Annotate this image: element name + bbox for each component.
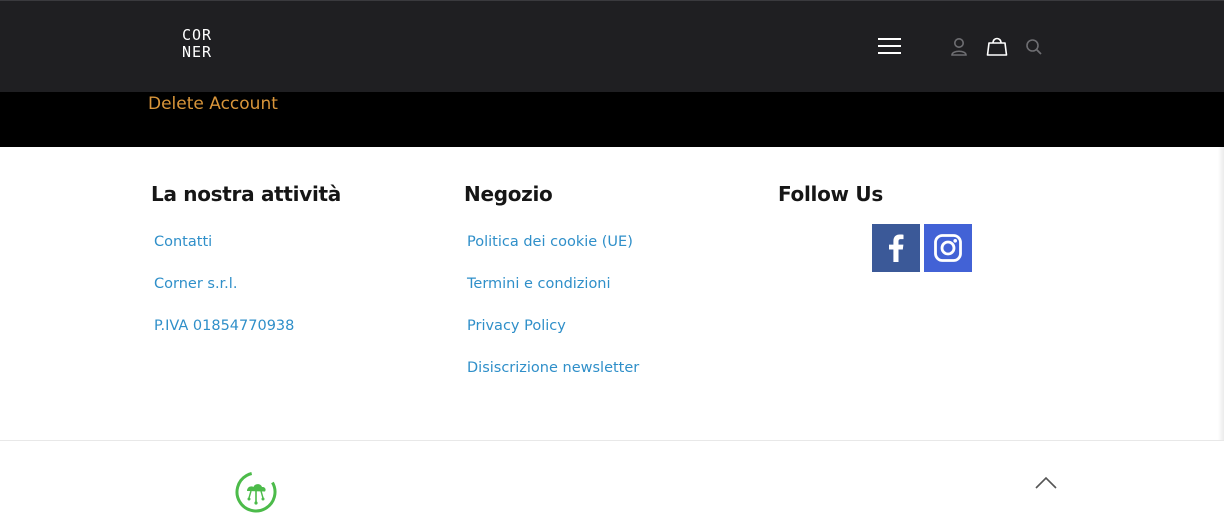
list-item: Contatti	[154, 231, 294, 273]
corner-logo[interactable]: COR NER	[182, 27, 222, 71]
list-item: Privacy Policy	[467, 315, 639, 357]
footer-link-vat[interactable]: P.IVA 01854770938	[154, 318, 294, 334]
instagram-icon	[934, 234, 962, 262]
footer-divider	[0, 440, 1224, 441]
list-item: Corner s.r.l.	[154, 273, 294, 315]
footer-link-unsubscribe[interactable]: Disiscrizione newsletter	[467, 360, 639, 376]
footer-link-privacy[interactable]: Privacy Policy	[467, 318, 566, 334]
shopping-bag-icon[interactable]	[986, 35, 1008, 57]
list-item: Termini e condizioni	[467, 273, 639, 315]
facebook-icon	[889, 234, 904, 262]
green-cloud-badge-icon[interactable]	[234, 470, 278, 514]
footer-title-follow: Follow Us	[778, 182, 883, 206]
scroll-edge-shadow	[1218, 147, 1224, 440]
user-icon[interactable]	[950, 37, 968, 57]
hamburger-menu-icon[interactable]	[878, 37, 902, 55]
footer-link-cookie[interactable]: Politica dei cookie (UE)	[467, 234, 633, 250]
footer-link-contatti[interactable]: Contatti	[154, 234, 212, 250]
footer-title-attivita: La nostra attività	[151, 182, 341, 206]
search-icon[interactable]	[1025, 38, 1043, 56]
logo-line-2: NER	[182, 43, 213, 61]
delete-account-link[interactable]: Delete Account	[148, 94, 278, 114]
footer-link-terms[interactable]: Termini e condizioni	[467, 276, 611, 292]
chevron-up-icon[interactable]	[1034, 474, 1058, 490]
footer-links-attivita: Contatti Corner s.r.l. P.IVA 01854770938	[154, 231, 294, 357]
footer-links-negozio: Politica dei cookie (UE) Termini e condi…	[467, 231, 639, 399]
top-navigation-bar: COR NER	[0, 0, 1224, 92]
list-item: Disiscrizione newsletter	[467, 357, 639, 399]
instagram-button[interactable]	[924, 224, 972, 272]
footer-link-company[interactable]: Corner s.r.l.	[154, 276, 237, 292]
logo-line-1: COR	[182, 26, 213, 44]
facebook-button[interactable]	[872, 224, 920, 272]
list-item: P.IVA 01854770938	[154, 315, 294, 357]
list-item: Politica dei cookie (UE)	[467, 231, 639, 273]
footer-title-negozio: Negozio	[464, 182, 553, 206]
